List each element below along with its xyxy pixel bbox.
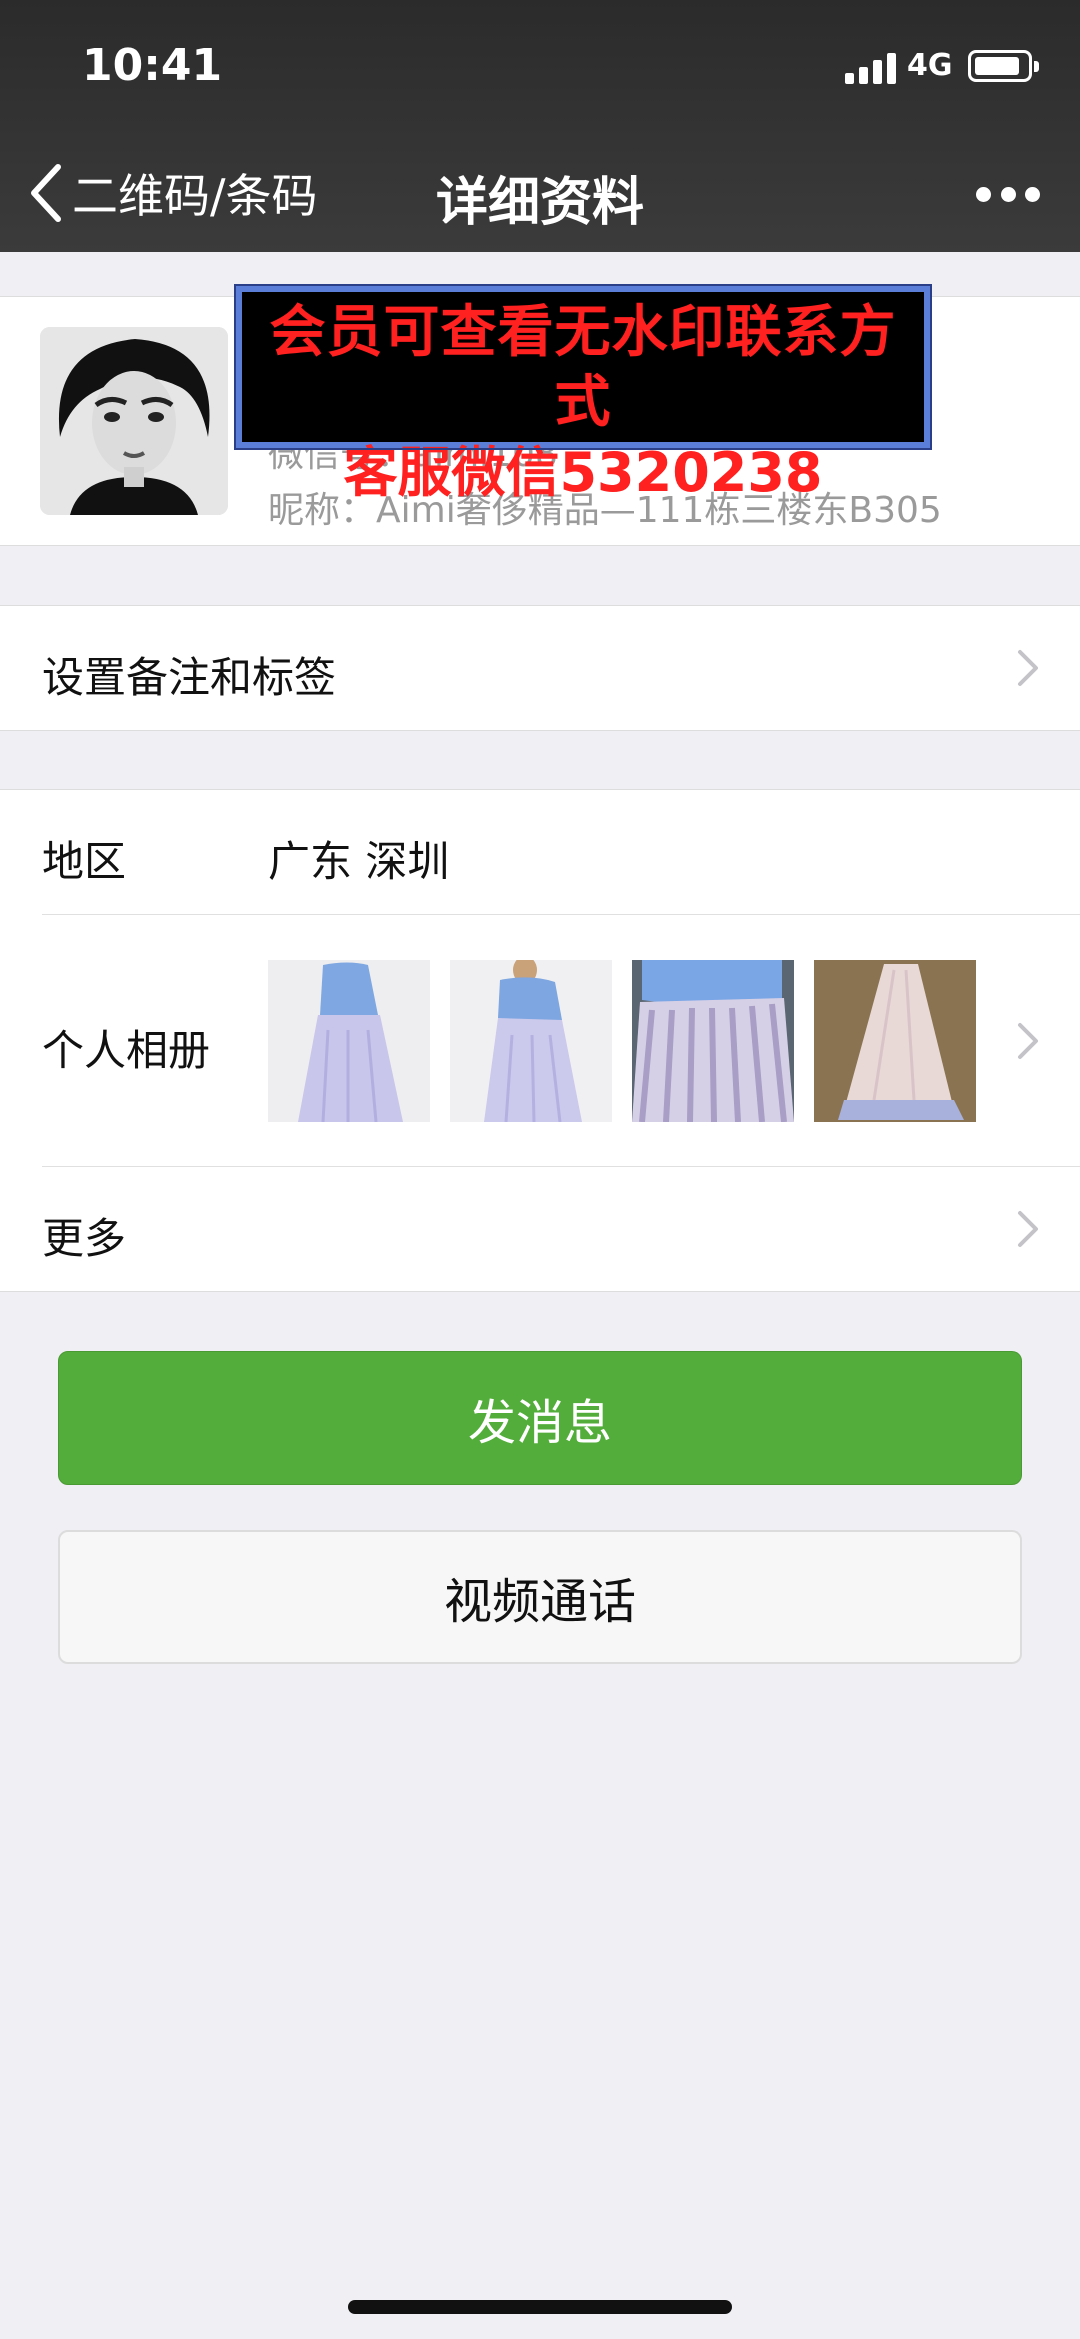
album-thumbnail	[632, 960, 794, 1122]
watermark-banner: 会员可查看无水印联系方式 客服微信5320238	[234, 284, 932, 504]
network-type: 4G	[907, 48, 953, 83]
region-row: 地区 广东 深圳	[0, 790, 1080, 914]
status-time: 10:41	[82, 40, 223, 91]
signal-icon	[845, 50, 897, 84]
more-label: 更多	[42, 1214, 127, 1263]
battery-icon	[968, 50, 1039, 82]
chevron-right-icon	[1018, 1211, 1038, 1247]
nav-bar: 二维码/条码 详细资料	[0, 140, 1080, 240]
remark-label: 设置备注和标签	[42, 653, 337, 702]
status-bar: 10:41 4G	[0, 0, 1080, 130]
avatar[interactable]	[40, 327, 228, 515]
region-value: 广东 深圳	[268, 837, 450, 886]
info-group: 地区 广东 深圳 个人相册 更多	[0, 789, 1080, 1292]
header: 10:41 4G 二维码/条码 详细资料	[0, 0, 1080, 252]
home-indicator[interactable]	[348, 2300, 732, 2314]
page-title: 详细资料	[435, 173, 644, 233]
album-thumbnail	[450, 960, 612, 1122]
watermark-line-1: 会员可查看无水印联系方式	[269, 300, 897, 435]
more-row[interactable]: 更多	[0, 1167, 1080, 1291]
region-label: 地区	[42, 837, 127, 886]
remark-row[interactable]: 设置备注和标签	[0, 606, 1080, 730]
chevron-right-icon	[1018, 1023, 1038, 1059]
album-thumbnail	[814, 960, 976, 1122]
album-thumbnails	[268, 960, 996, 1122]
album-row[interactable]: 个人相册	[0, 915, 1080, 1166]
chevron-right-icon	[1018, 650, 1038, 686]
more-options-icon[interactable]	[976, 174, 1040, 214]
video-call-button[interactable]: 视频通话	[58, 1530, 1022, 1664]
send-message-button[interactable]: 发消息	[58, 1351, 1022, 1485]
remark-group: 设置备注和标签	[0, 605, 1080, 731]
album-label: 个人相册	[42, 1026, 211, 1075]
album-thumbnail	[268, 960, 430, 1122]
watermark-line-2: 客服微信5320238	[343, 441, 823, 504]
